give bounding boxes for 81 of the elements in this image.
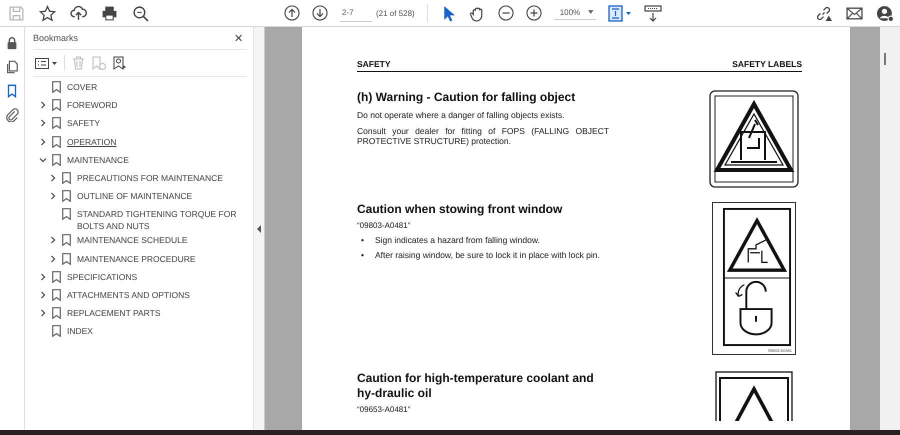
section-heading: (h) Warning - Caution for falling object [357,90,576,105]
bookmark-icon [52,81,61,93]
bookmark-item[interactable]: SAFETY [67,117,100,130]
bookmark-icon [62,190,71,202]
bookmark-icon [52,270,61,283]
mail-icon[interactable] [846,4,863,22]
bookmark-item[interactable]: SPECIFICATIONS [67,270,138,283]
bookmark-icon [62,172,71,184]
paragraph: Consult your dealer for fitting of FOPS (FALLING OBJECT PROTECTIVE STRUCTURE) protection. [357,126,609,146]
caret-icon [588,10,594,14]
scroll-thumb[interactable] [884,53,886,65]
bullet-item: Sign indicates a hazard from falling window. [375,235,540,246]
expand-chevron-icon[interactable] [49,174,57,182]
bookmark-icon [62,234,71,246]
search-icon[interactable] [132,4,149,22]
expand-chevron-icon[interactable] [49,192,57,200]
paperclip-icon[interactable] [5,108,19,122]
star-icon[interactable] [39,4,56,22]
bookmark-item[interactable]: STANDARD TIGHTENING TORQUE FOR BOLTS AND NUTS [77,208,247,232]
bookmark-icon [52,154,61,166]
bookmark-item[interactable]: FOREWORD [67,99,118,112]
expand-chevron-icon[interactable] [39,101,47,110]
zoom-in-icon[interactable] [526,5,542,21]
bookmark-item[interactable]: ATTACHMENTS AND OPTIONS [67,288,190,301]
lock-icon[interactable] [5,36,19,50]
bookmark-search-icon[interactable] [113,56,127,70]
options-dropdown[interactable] [35,58,57,68]
panel-title: Bookmarks [33,33,78,43]
bullet-marker: • [361,250,365,260]
expand-chevron-icon[interactable] [39,272,47,281]
page-down-icon[interactable] [312,5,328,21]
fit-page-icon[interactable] [608,4,632,22]
bookmark-icon [52,325,61,338]
page-up-icon[interactable] [284,5,300,21]
bookmark-icon [62,252,71,264]
cloud-upload-icon[interactable] [70,4,87,22]
collapse-arrow-icon[interactable] [256,224,262,232]
page-header: SAFETY LABELS [732,59,802,69]
bookmark-icon [62,208,71,220]
label-code: “09803-A0481” [357,221,412,230]
bookmark-item[interactable]: COVER [67,81,98,93]
expand-chevron-icon[interactable] [49,236,57,244]
bookmark-icon [52,136,61,148]
expand-chevron-icon[interactable] [39,290,47,299]
bullet-marker: • [361,235,365,246]
bookmark-item[interactable]: REPLACEMENT PARTS [67,307,161,320]
bookmark-item[interactable]: OPERATION [67,136,116,148]
share-link-icon[interactable] [815,4,832,22]
bookmark-item[interactable]: MAINTENANCE SCHEDULE [77,234,188,246]
scroll-mode-icon[interactable] [644,4,662,22]
collapse-chevron-icon[interactable] [39,156,47,164]
list-options-icon [35,58,49,68]
bookmark-item[interactable]: PRECAUTIONS FOR MAINTENANCE [77,172,223,184]
bookmark-item[interactable]: MAINTENANCE [67,154,129,166]
expand-chevron-icon[interactable] [39,138,47,146]
page-count: (21 of 528) [376,8,415,18]
expand-chevron-icon[interactable] [39,309,47,318]
pages-icon[interactable] [5,60,19,74]
scrollbar[interactable] [880,27,900,430]
label-code: “09653-A0481” [357,405,412,414]
bookmark-item[interactable]: OUTLINE OF MAINTENANCE [77,190,192,202]
print-icon[interactable] [101,4,118,22]
bookmark-item[interactable]: INDEX [67,325,93,338]
bookmark-item[interactable]: MAINTENANCE PROCEDURE [77,252,196,264]
zoom-dropdown[interactable]: 100% [554,6,596,20]
page-header: SAFETY [357,59,391,69]
paragraph: Do not operate where a danger of falling objects exists. [357,110,566,120]
bookmark-icon [52,99,61,112]
bookmark-icon [52,288,61,301]
bookmark-icon [52,307,61,320]
expand-chevron-icon[interactable] [39,119,47,128]
close-button[interactable]: ✕ [234,32,243,44]
caret-icon [52,62,57,64]
expand-chevron-icon[interactable] [49,254,57,262]
bookmark-icon [52,117,61,130]
section-heading: Caution when stowing front window [357,202,564,217]
section-heading: Caution for high-temperature coolant and hy-draulic oil [357,371,595,401]
zoom-out-icon[interactable] [498,5,514,21]
bullet-item: After raising window, be sure to lock it in place with lock pin. [375,250,600,260]
account-icon[interactable] [877,4,894,22]
bookmark-icon[interactable] [5,84,19,98]
